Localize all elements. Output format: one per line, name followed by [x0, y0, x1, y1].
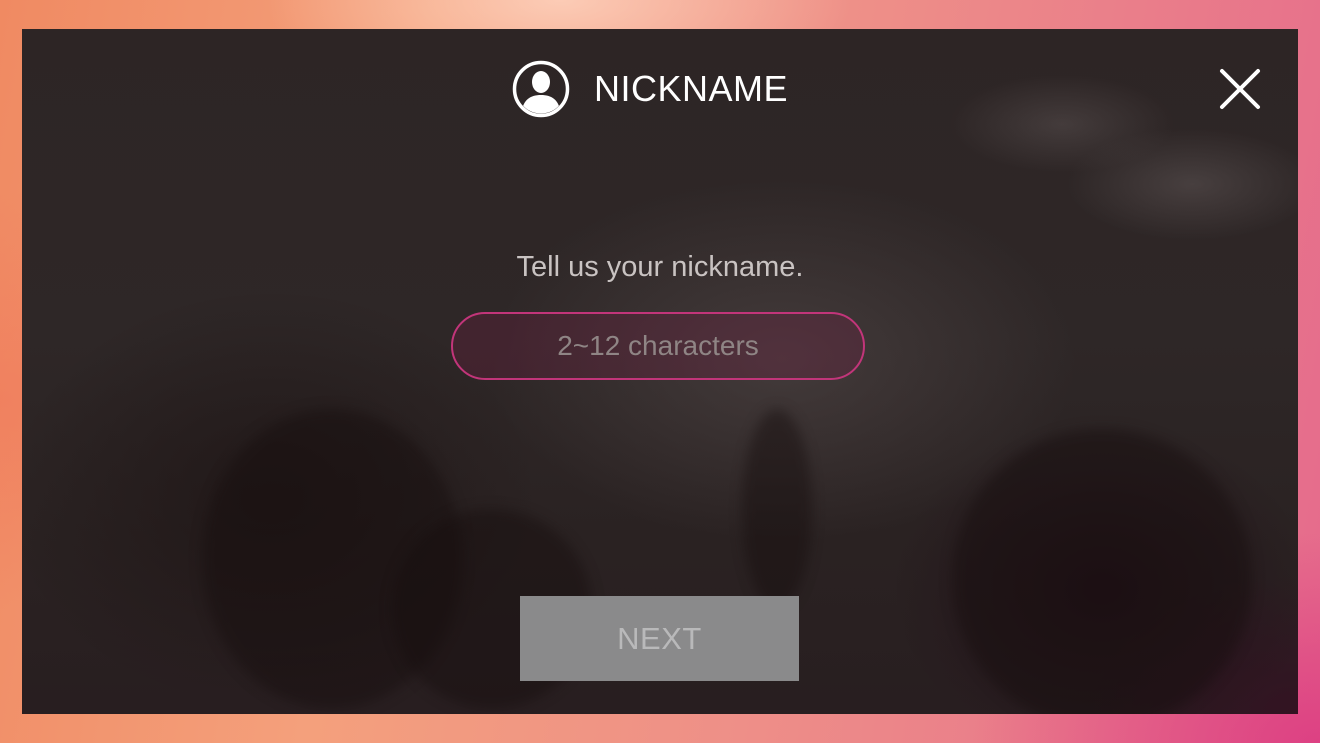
close-button[interactable]: [1218, 67, 1262, 111]
nickname-dialog: NICKNAME Tell us your nickname. NEXT: [22, 29, 1298, 714]
app-screen: NICKNAME Tell us your nickname. NEXT: [0, 0, 1320, 743]
nickname-prompt: Tell us your nickname.: [516, 251, 804, 283]
dialog-title: NICKNAME: [593, 68, 789, 109]
next-button[interactable]: NEXT: [520, 596, 799, 681]
nickname-input[interactable]: [451, 312, 865, 380]
close-icon: [1220, 69, 1260, 109]
user-avatar-icon: [512, 60, 570, 118]
dialog-header: NICKNAME: [22, 59, 1298, 119]
crowd-silhouette: [952, 429, 1252, 714]
crowd-silhouette: [742, 409, 812, 609]
